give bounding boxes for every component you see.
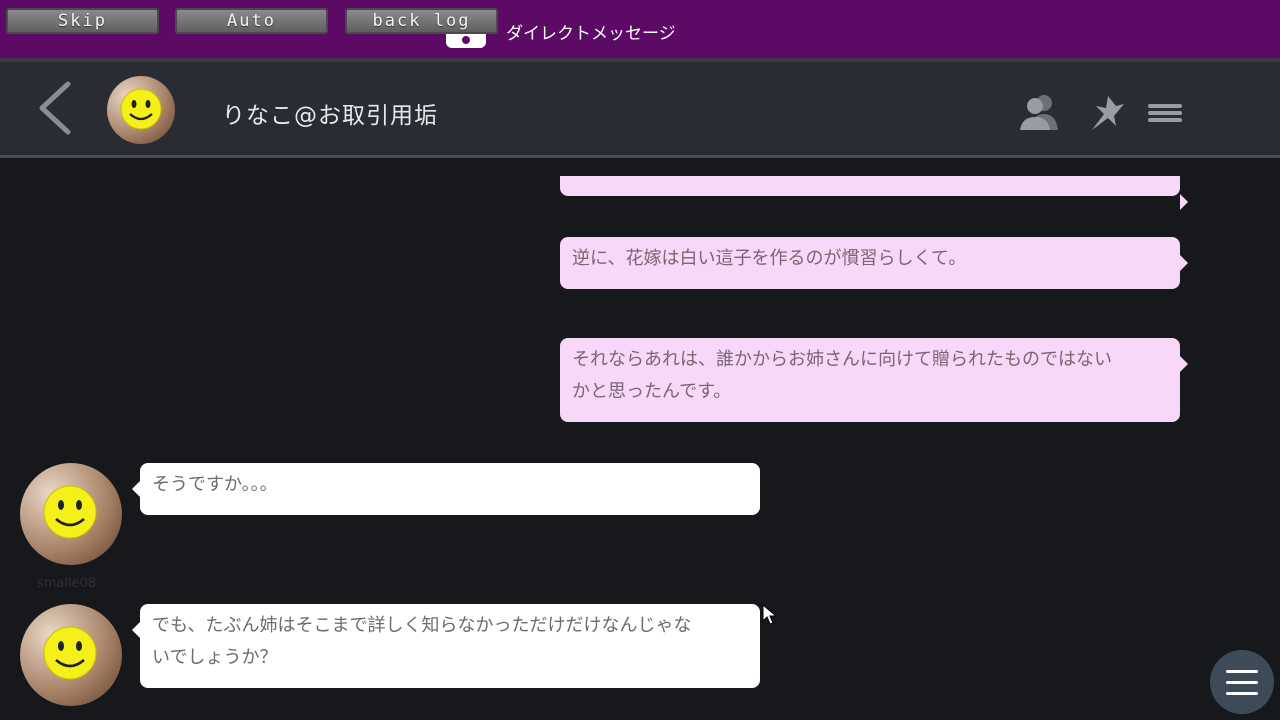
- smiley-avatar-icon: [120, 88, 162, 130]
- back-button[interactable]: [30, 80, 80, 136]
- message-bubble-received: でも、たぶん姉はそこまで詳しく知らなかっただけだけなんじゃな いでしょうか？: [132, 604, 760, 688]
- menu-icon-bar: [1226, 670, 1258, 673]
- sender-avatar[interactable]: [20, 604, 122, 706]
- message-text-line: いでしょうか？: [152, 647, 278, 668]
- menu-button[interactable]: [1144, 92, 1188, 132]
- message-text-line: それならあれは、誰かからお姉さんに向けて贈られたものではない: [572, 349, 1112, 370]
- sender-avatar[interactable]: [20, 463, 122, 565]
- skip-button[interactable]: Skip: [6, 8, 159, 34]
- message-bubble-sent: それならあれは、誰かからお姉さんに向けて贈られたものではない かと思ったんです。: [560, 338, 1188, 422]
- backlog-button[interactable]: back log: [345, 8, 498, 34]
- sender-username: smalle08: [37, 576, 97, 591]
- message-bubble-sent: 逆に、花嫁は白い這子を作るのが慣習らしくて。: [560, 237, 1188, 289]
- contact-name: りなこ@お取引用垢: [222, 103, 438, 129]
- smiley-avatar-icon: [43, 485, 97, 539]
- menu-icon-bar: [1226, 692, 1258, 695]
- chat-header: りなこ@お取引用垢: [0, 62, 1280, 158]
- pin-button[interactable]: [1086, 92, 1130, 132]
- dm-decoration-icon: [446, 34, 486, 48]
- message-text-line: かと思ったんです。: [572, 381, 732, 402]
- chevron-left-icon: [39, 81, 71, 135]
- contact-avatar[interactable]: [107, 76, 175, 144]
- profile-button[interactable]: [1018, 92, 1062, 132]
- auto-button[interactable]: Auto: [175, 8, 328, 34]
- message-bubble-sent: [560, 176, 1188, 210]
- message-bubble-received: そうですか。。。: [132, 463, 760, 515]
- smiley-avatar-icon: [43, 626, 97, 680]
- message-text: 逆に、花嫁は白い這子を作るのが慣習らしくて。: [572, 248, 967, 269]
- top-bar: Skip Auto back log ダイレクトメッセージ: [0, 0, 1280, 58]
- pin-icon: [1092, 96, 1124, 130]
- menu-icon-bar: [1226, 681, 1258, 684]
- profile-icon: [1020, 95, 1058, 130]
- message-text-line: でも、たぶん姉はそこまで詳しく知らなかっただけだけなんじゃな: [152, 615, 692, 636]
- menu-icon: [1148, 104, 1182, 122]
- floating-menu-button[interactable]: [1210, 650, 1274, 714]
- message-text: そうですか。。。: [152, 474, 278, 495]
- page-title: ダイレクトメッセージ: [506, 24, 676, 44]
- mouse-cursor-icon: [762, 604, 778, 625]
